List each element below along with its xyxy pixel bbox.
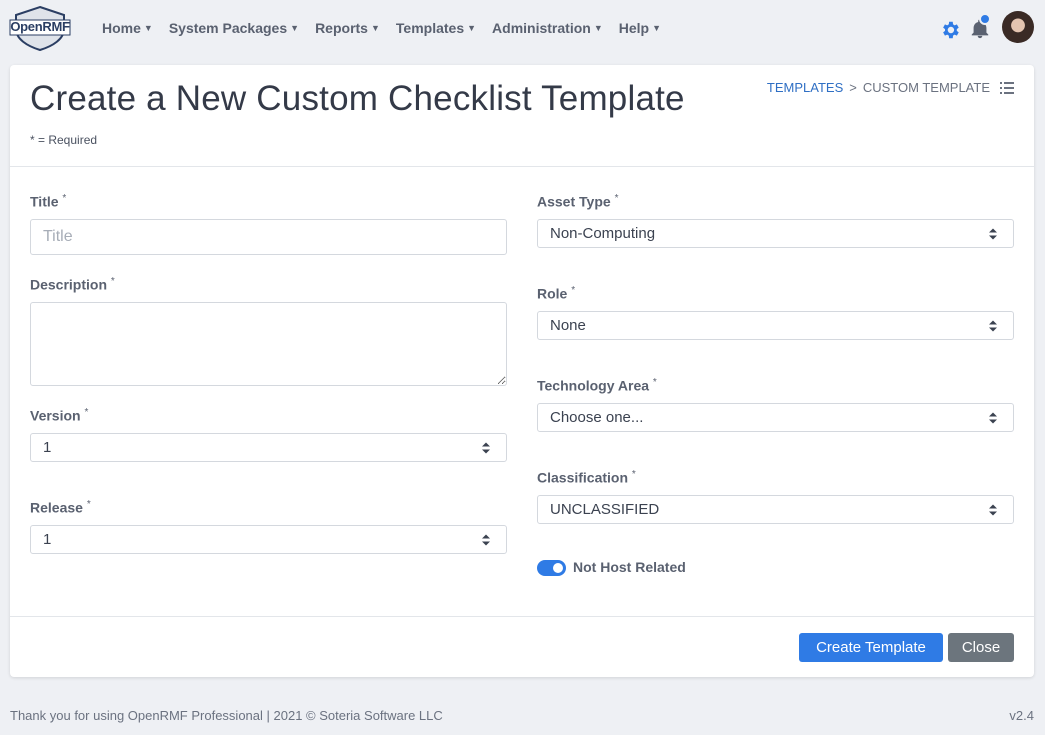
nav-administration[interactable]: Administration ▼ [492,20,603,36]
close-button[interactable]: Close [948,633,1014,662]
create-template-card: Create a New Custom Checklist Template *… [10,65,1034,677]
select-arrows-icon [482,442,490,453]
description-label-text: Description [30,276,108,293]
classification-label: Classification * [537,469,636,486]
required-marker: * [631,469,636,480]
role-label-text: Role [537,285,568,302]
chevron-down-icon: ▼ [593,23,603,33]
title-input[interactable] [30,219,507,255]
nav-home[interactable]: Home ▼ [102,20,153,36]
release-select[interactable]: 1 [30,525,507,554]
nav-reports[interactable]: Reports ▼ [315,20,380,36]
technology-area-label-text: Technology Area [537,377,650,394]
technology-area-label: Technology Area * [537,377,657,394]
role-select[interactable]: None [537,311,1014,340]
version-select-value: 1 [43,439,52,456]
release-label: Release * [30,499,91,516]
required-marker: * [110,276,115,287]
breadcrumb: TEMPLATES > CUSTOM TEMPLATE [767,80,1014,95]
nav-templates-label: Templates [395,20,465,36]
chevron-down-icon: ▼ [290,23,300,33]
classification-select-value: UNCLASSIFIED [550,501,660,518]
nav-home-label: Home [102,20,141,36]
main-nav: Home ▼ System Packages ▼ Reports ▼ Templ… [102,20,661,36]
technology-area-select-value: Choose one... [550,409,644,426]
asset-type-label-text: Asset Type [537,193,611,210]
asset-type-label: Asset Type * [537,193,618,210]
role-select-value: None [550,317,586,334]
role-label: Role * [537,285,575,302]
logo-text: OpenRMF [10,19,70,34]
toggle-knob [553,563,563,573]
chevron-down-icon: ▼ [652,23,661,33]
technology-area-select[interactable]: Choose one... [537,403,1014,432]
select-arrows-icon [989,412,997,423]
top-navbar: OpenRMF Home ▼ System Packages ▼ Reports… [0,0,1045,58]
footer-text: Thank you for using OpenRMF Professional… [10,708,443,723]
openrmf-logo[interactable]: OpenRMF [9,5,71,51]
asset-type-select[interactable]: Non-Computing [537,219,1014,248]
chevron-down-icon: ▼ [467,23,477,33]
nav-help[interactable]: Help ▼ [619,20,661,36]
classification-label-text: Classification [537,469,629,486]
required-marker: * [84,407,89,418]
nav-system-packages[interactable]: System Packages ▼ [169,20,299,36]
nav-help-label: Help [618,20,650,36]
required-marker: * [86,499,91,510]
avatar[interactable] [1002,11,1034,43]
release-label-text: Release [30,499,83,516]
chevron-down-icon: ▼ [143,23,153,33]
breadcrumb-current: CUSTOM TEMPLATE [862,80,990,95]
gear-icon[interactable] [939,19,961,41]
select-arrows-icon [989,320,997,331]
breadcrumb-separator: > [849,80,857,95]
not-host-related-label: Not Host Related [573,559,686,575]
card-header: Create a New Custom Checklist Template *… [10,65,1034,167]
notification-badge [979,13,991,25]
select-arrows-icon [989,228,997,239]
version-label: Version * [30,407,88,424]
list-icon [1000,81,1014,94]
asset-type-select-value: Non-Computing [550,225,656,242]
card-footer-divider [10,616,1034,617]
required-note: * = Required [30,133,98,147]
chevron-down-icon: ▼ [370,23,380,33]
nav-reports-label: Reports [315,20,368,36]
nav-templates[interactable]: Templates ▼ [396,20,476,36]
version-label: v2.4 [1009,708,1034,723]
classification-select[interactable]: UNCLASSIFIED [537,495,1014,524]
not-host-related-toggle[interactable] [537,560,566,576]
version-select[interactable]: 1 [30,433,507,462]
title-label: Title * [30,193,66,210]
nav-administration-label: Administration [492,20,591,36]
release-select-value: 1 [43,531,52,548]
required-marker: * [614,193,619,204]
required-marker: * [652,377,657,388]
title-label-text: Title [30,193,59,210]
select-arrows-icon [482,534,490,545]
breadcrumb-templates-link[interactable]: TEMPLATES [767,80,843,95]
nav-system-packages-label: System Packages [168,20,288,36]
description-textarea[interactable] [30,302,507,386]
description-label: Description * [30,276,115,293]
create-template-button[interactable]: Create Template [799,633,943,662]
required-marker: * [571,285,576,296]
required-marker: * [62,193,67,204]
page-title: Create a New Custom Checklist Template [30,79,685,118]
select-arrows-icon [989,504,997,515]
version-label-text: Version [30,407,81,424]
